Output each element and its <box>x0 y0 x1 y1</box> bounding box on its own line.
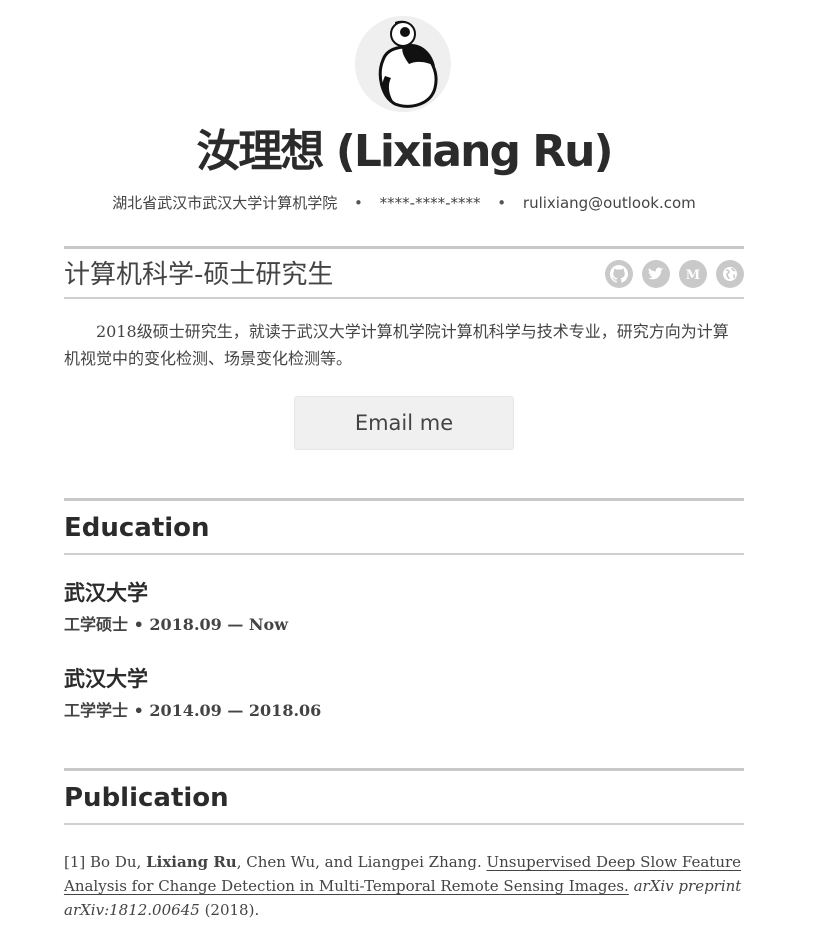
degree: 工学学士 <box>64 701 129 720</box>
divider <box>64 823 744 825</box>
divider <box>64 553 744 555</box>
page-title: 汝理想 (Lixiang Ru) <box>196 126 613 177</box>
panda-avatar-icon <box>355 16 451 112</box>
email-me-button[interactable]: Email me <box>294 396 514 450</box>
bullet: • <box>133 615 144 634</box>
pub-authors: , Chen Wu, and Liangpei Zhang. <box>236 853 482 871</box>
publication-item: [1] Bo Du, Lixiang Ru, Chen Wu, and Lian… <box>64 850 744 922</box>
period: 2018.09 — Now <box>149 615 288 634</box>
divider <box>64 246 744 249</box>
bullet: • <box>133 701 144 720</box>
degree: 工学硕士 <box>64 615 129 634</box>
divider <box>64 297 744 299</box>
education-school: 武汉大学 <box>64 667 148 691</box>
email-link[interactable]: rulixiang@outlook.com <box>523 194 696 212</box>
pub-year: (2018). <box>204 901 260 919</box>
github-icon[interactable] <box>605 260 633 288</box>
education-detail: 工学硕士 • 2018.09 — Now <box>64 613 288 637</box>
avatar <box>355 16 451 112</box>
social-links: M <box>605 260 744 288</box>
contact-line: 湖北省武汉市武汉大学计算机学院 • ****-****-**** • rulix… <box>64 191 744 215</box>
separator: • <box>354 194 363 212</box>
divider <box>64 768 744 771</box>
period: 2014.09 — 2018.06 <box>149 701 322 720</box>
globe-icon[interactable] <box>716 260 744 288</box>
education-detail: 工学学士 • 2014.09 — 2018.06 <box>64 699 321 723</box>
twitter-icon[interactable] <box>642 260 670 288</box>
phone-text: ****-****-**** <box>379 194 481 212</box>
publication-heading: Publication <box>64 783 229 813</box>
pub-author-self: Lixiang Ru <box>146 853 237 871</box>
education-school: 武汉大学 <box>64 581 148 605</box>
education-heading: Education <box>64 513 210 543</box>
pub-index: [1] <box>64 853 86 871</box>
svg-text:M: M <box>686 268 700 282</box>
position-title: 计算机科学-硕士研究生 <box>64 260 334 290</box>
about-paragraph: 2018级硕士研究生，就读于武汉大学计算机学院计算机科学与技术专业，研究方向为计… <box>64 322 729 368</box>
location-text: 湖北省武汉市武汉大学计算机学院 <box>112 194 338 212</box>
separator: • <box>497 194 507 212</box>
medium-icon[interactable]: M <box>679 260 707 288</box>
pub-authors: Bo Du, <box>90 853 142 871</box>
divider <box>64 498 744 501</box>
